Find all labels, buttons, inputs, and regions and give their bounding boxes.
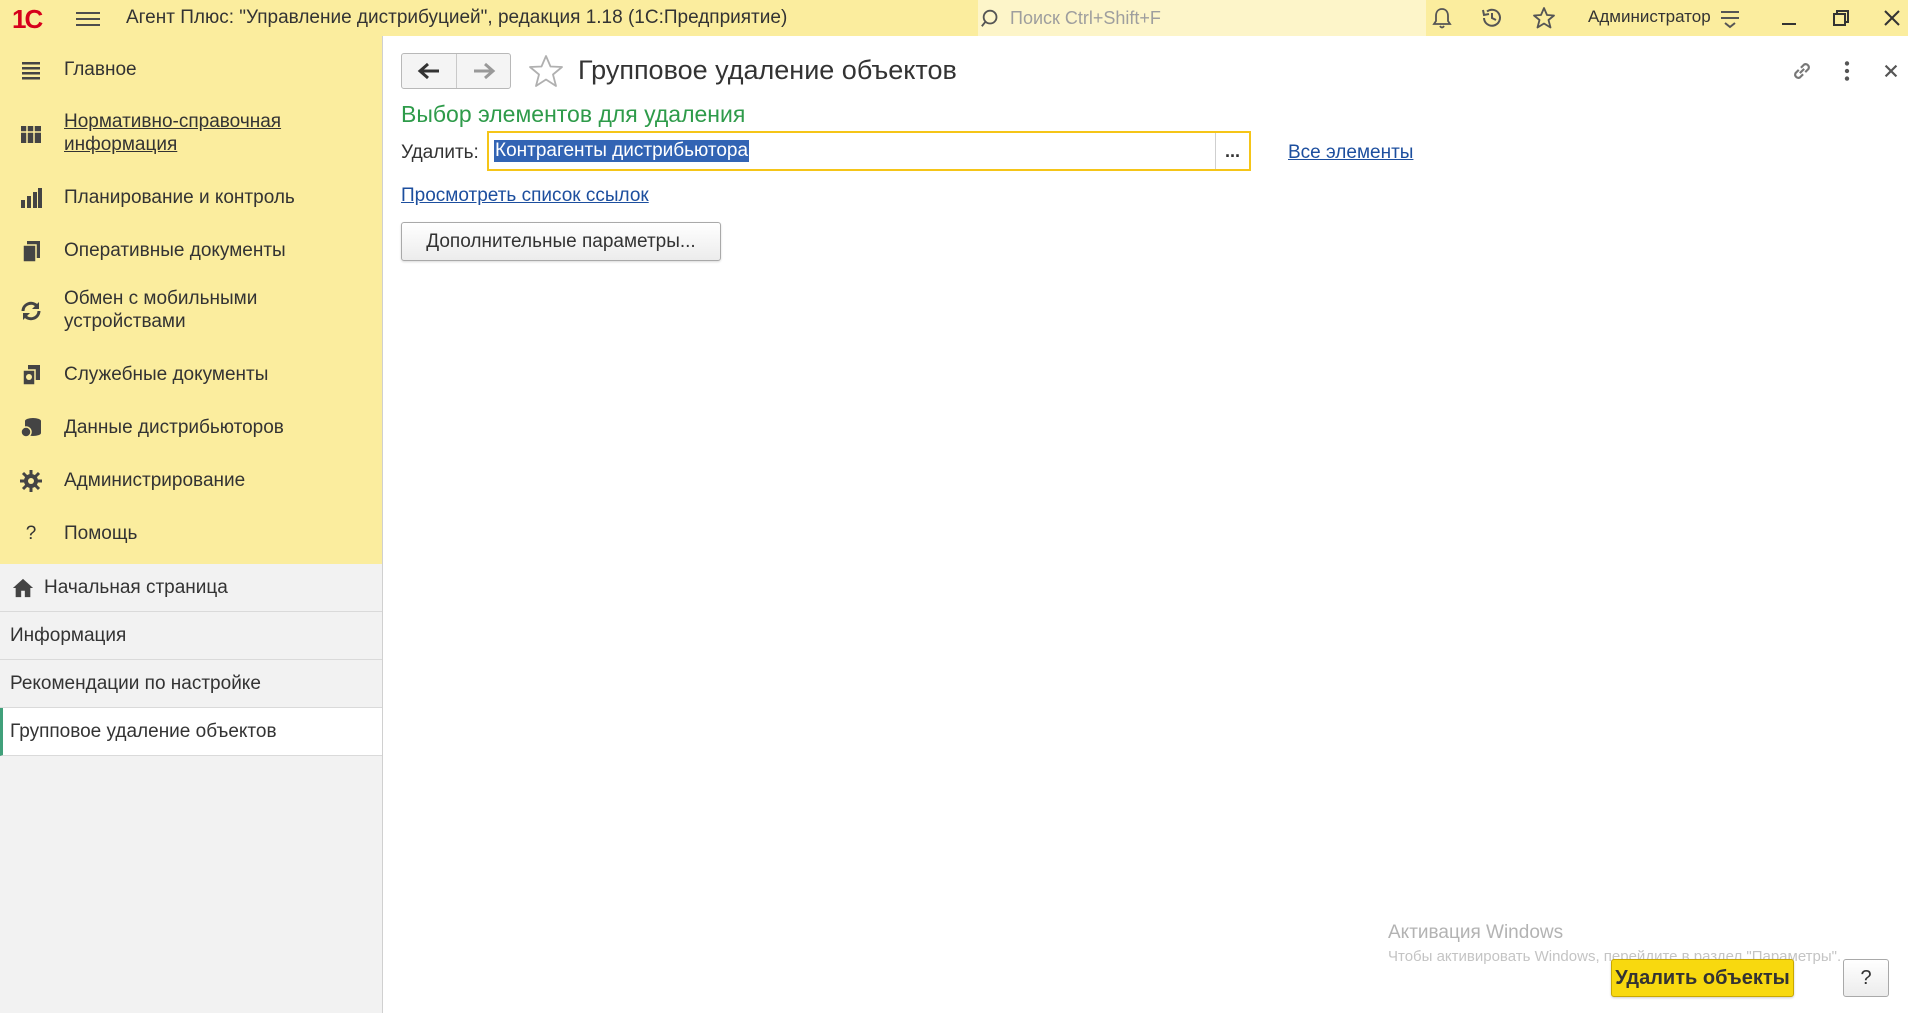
favorites-star-icon[interactable] <box>1532 6 1556 30</box>
delete-object-field[interactable]: Контрагенты дистрибьютора ... <box>487 131 1251 171</box>
select-button[interactable]: ... <box>1215 133 1249 169</box>
open-window-label: Групповое удаление объектов <box>10 721 277 742</box>
open-window-recommendations[interactable]: Рекомендации по настройке <box>0 660 382 708</box>
form-area: Групповое удаление объектов Выбор элемен… <box>384 36 1908 1013</box>
sidebar-item-administration[interactable]: Администрирование <box>0 459 382 503</box>
sidebar-item-planning[interactable]: Планирование и контроль <box>0 176 382 220</box>
page-title: Групповое удаление объектов <box>578 55 957 85</box>
history-icon[interactable] <box>1480 6 1504 30</box>
more-actions-icon[interactable] <box>1834 58 1860 84</box>
database-icon <box>20 418 41 438</box>
open-window-label: Начальная страница <box>44 577 228 598</box>
sidebar-item-reference-info[interactable]: Нормативно-справочная информация <box>0 106 382 162</box>
link-icon[interactable] <box>1789 58 1815 84</box>
help-icon: ? <box>25 523 37 544</box>
sidebar-item-label: Оперативные документы <box>64 240 286 261</box>
sidebar-item-label: Нормативно-справочная информация <box>64 111 282 155</box>
gear-icon <box>20 470 42 492</box>
close-app-icon[interactable] <box>1880 6 1904 30</box>
search-input[interactable]: Поиск Ctrl+Shift+F <box>1010 8 1161 29</box>
delete-objects-button[interactable]: Удалить объекты <box>1611 959 1794 997</box>
delete-field-label: Удалить: <box>401 142 479 163</box>
sidebar-item-label: Планирование и контроль <box>64 187 295 208</box>
sync-icon <box>21 301 41 321</box>
search-icon <box>981 9 998 27</box>
sidebar-item-label: Обмен с мобильными устройствами <box>64 288 258 332</box>
documents-icon <box>22 241 40 263</box>
sidebar-item-distributor-data[interactable]: Данные дистрибьюторов <box>0 406 382 450</box>
title-bar: 1С Агент Плюс: "Управление дистрибуцией"… <box>0 0 1908 36</box>
sidebar-item-service-docs[interactable]: Служебные документы <box>0 353 382 397</box>
section-panel: Главное Нормативно-справочная информация… <box>0 36 382 564</box>
view-references-link[interactable]: Просмотреть список ссылок <box>401 185 649 207</box>
history-nav <box>401 53 511 89</box>
extra-params-button[interactable]: Дополнительные параметры... <box>401 222 721 261</box>
open-window-home[interactable]: Начальная страница <box>0 564 382 612</box>
sidebar-item-label: Главное <box>64 59 137 80</box>
settings-menu-icon[interactable] <box>1718 6 1742 30</box>
sidebar-item-label: Служебные документы <box>64 364 269 385</box>
open-window-label: Информация <box>10 625 127 646</box>
windows-activation-title: Активация Windows <box>1388 922 1564 943</box>
delete-object-value[interactable]: Контрагенты дистрибьютора <box>494 140 750 162</box>
close-icon[interactable] <box>1878 58 1904 84</box>
home-icon <box>12 578 34 598</box>
arrow-right-icon <box>473 62 495 80</box>
bell-icon[interactable] <box>1430 6 1454 30</box>
bar-chart-icon <box>21 188 42 208</box>
forward-button[interactable] <box>456 54 510 88</box>
all-elements-link[interactable]: Все элементы <box>1288 142 1413 164</box>
arrow-left-icon <box>417 62 439 80</box>
1c-logo: 1С <box>12 4 43 34</box>
sidebar-item-mobile-exchange[interactable]: Обмен с мобильными устройствами <box>0 283 382 339</box>
restore-icon[interactable] <box>1829 6 1853 30</box>
main-menu-icon[interactable] <box>76 8 100 28</box>
favorite-star-icon[interactable] <box>528 54 564 88</box>
open-window-label: Рекомендации по настройке <box>10 673 261 694</box>
sidebar-item-label: Помощь <box>64 523 138 544</box>
open-window-info[interactable]: Информация <box>0 612 382 660</box>
menu-lines-icon <box>22 62 40 80</box>
section-title: Выбор элементов для удаления <box>401 101 746 127</box>
sidebar-item-operational-docs[interactable]: Оперативные документы <box>0 229 382 273</box>
sidebar-item-help[interactable]: ? Помощь <box>0 512 382 556</box>
help-button[interactable]: ? <box>1843 959 1889 997</box>
sidebar: Главное Нормативно-справочная информация… <box>0 36 383 1013</box>
sidebar-item-label: Администрирование <box>64 470 246 491</box>
back-button[interactable] <box>402 54 456 88</box>
catalog-icon <box>21 126 41 143</box>
service-docs-icon <box>22 365 40 386</box>
app-title: Агент Плюс: "Управление дистрибуцией", р… <box>126 7 788 28</box>
open-window-group-delete[interactable]: Групповое удаление объектов <box>0 708 382 756</box>
sidebar-item-label: Данные дистрибьюторов <box>64 417 284 438</box>
minimize-icon[interactable] <box>1777 6 1801 30</box>
sidebar-item-main[interactable]: Главное <box>0 48 382 92</box>
search-box[interactable]: Поиск Ctrl+Shift+F <box>978 0 1426 36</box>
user-name[interactable]: Администратор <box>1588 7 1711 27</box>
